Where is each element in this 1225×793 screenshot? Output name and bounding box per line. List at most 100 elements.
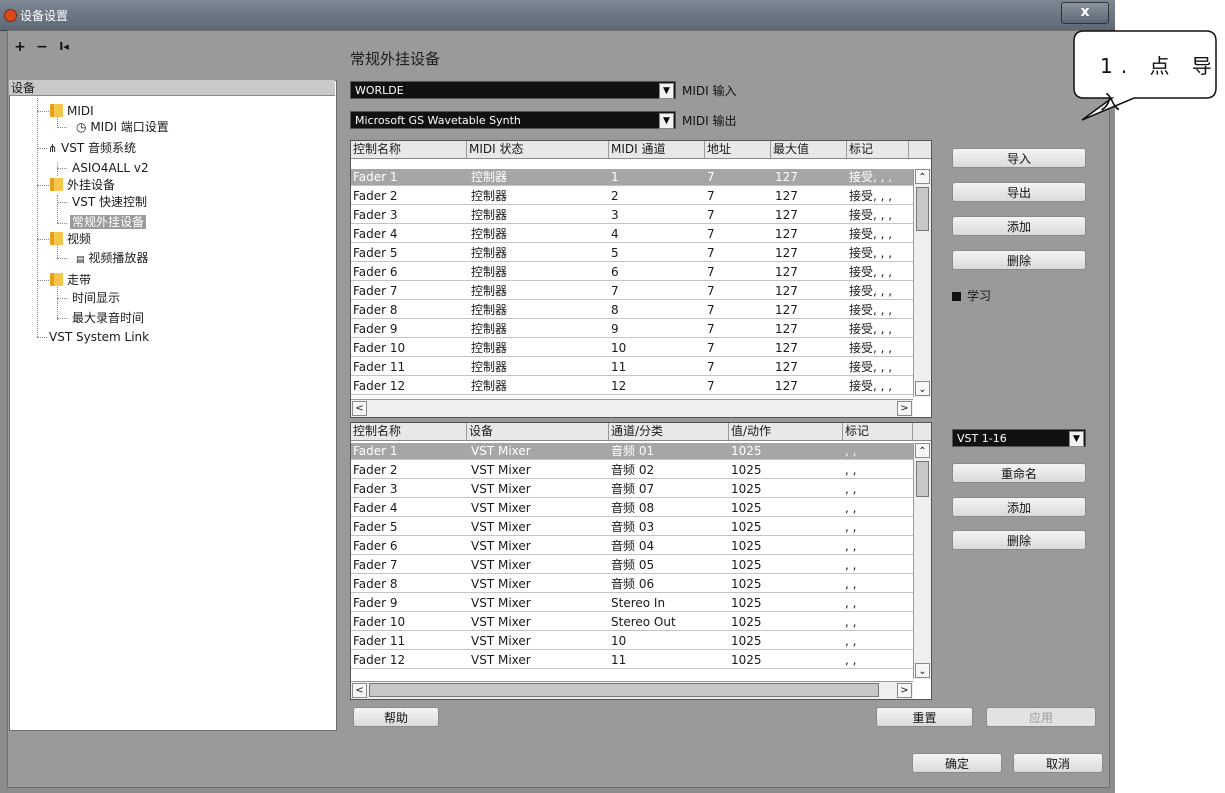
horizontal-scrollbar[interactable]: < > [351,681,913,699]
scroll-up-icon[interactable]: ⌃ [915,169,930,184]
tree-item-time-display[interactable]: 时间显示 [72,291,120,305]
scroll-left-icon[interactable]: < [352,683,367,698]
column-header[interactable]: 控制名称 [351,423,467,440]
tree-item-max-record-time[interactable]: 最大录音时间 [72,311,144,325]
table-row[interactable]: Fader 1 VST Mixer 音频 01 1025 , , [351,443,913,460]
table-cell: 音频 03 [611,520,655,534]
table-cell: , , [845,501,857,515]
add-device-button[interactable]: + [12,38,28,56]
tree-item-video[interactable]: 视频 [50,232,91,246]
table-row[interactable]: Fader 7 VST Mixer 音频 05 1025 , , [351,557,913,574]
table-row[interactable]: Fader 2 控制器 2 7 127 接受, , , [351,188,913,205]
table-row[interactable]: Fader 3 控制器 3 7 127 接受, , , [351,207,913,224]
table-cell: Fader 4 [353,227,398,241]
vertical-scrollbar[interactable]: ⌃ ⌄ [913,169,931,397]
column-header[interactable]: MIDI 状态 [467,141,609,158]
ok-button[interactable]: 确定 [912,753,1002,773]
scroll-thumb[interactable] [369,683,879,697]
column-header[interactable]: 标记 [847,141,909,158]
delete-control-button[interactable]: 删除 [952,250,1086,270]
table-cell: 音频 06 [611,577,655,591]
tree-item-asio4all[interactable]: ASIO4ALL v2 [72,161,149,175]
table-row[interactable]: Fader 6 VST Mixer 音频 04 1025 , , [351,538,913,555]
table-row[interactable]: Fader 4 控制器 4 7 127 接受, , , [351,226,913,243]
column-header[interactable]: 设备 [467,423,609,440]
tree-item-generic-remote[interactable]: 常规外挂设备 [70,215,147,229]
audio-connection-icon: ⋔ [48,142,58,155]
scroll-thumb[interactable] [916,461,929,497]
tree-item-video-player[interactable]: ▤ 视频播放器 [76,251,148,267]
table-row[interactable]: Fader 7 控制器 7 7 127 接受, , , [351,283,913,300]
cancel-button[interactable]: 取消 [1013,753,1103,773]
table-row[interactable]: Fader 4 VST Mixer 音频 08 1025 , , [351,500,913,517]
tree-item-remote-devices[interactable]: 外挂设备 [50,178,115,192]
column-header[interactable]: 值/动作 [729,423,843,440]
table-row[interactable]: Fader 8 VST Mixer 音频 06 1025 , , [351,576,913,593]
rename-button[interactable]: 重命名 [952,463,1086,483]
table-row[interactable]: Fader 3 VST Mixer 音频 07 1025 , , [351,481,913,498]
scroll-left-icon[interactable]: < [352,401,367,416]
tree-item-midi[interactable]: MIDI [50,104,94,118]
table-cell: 4 [611,227,619,241]
table-row[interactable]: Fader 11 VST Mixer 10 1025 , , [351,633,913,650]
table-row[interactable]: Fader 12 控制器 12 7 127 接受, , , [351,378,913,395]
add-control-button[interactable]: 添加 [952,216,1086,236]
table-cell: 控制器 [471,379,508,393]
column-header[interactable]: 最大值 [771,141,847,158]
import-button[interactable]: 导入 [952,148,1086,168]
tree-item-midi-port-settings[interactable]: ◷ MIDI 端口设置 [76,120,169,134]
table-row[interactable]: Fader 9 控制器 9 7 127 接受, , , [351,321,913,338]
column-header[interactable]: 标记 [843,423,913,440]
tree-item-transport[interactable]: 走带 [50,273,91,287]
table-row[interactable]: Fader 10 VST Mixer Stereo Out 1025 , , [351,614,913,631]
table-row[interactable]: Fader 5 VST Mixer 音频 03 1025 , , [351,519,913,536]
column-header[interactable]: 地址 [705,141,771,158]
table-row[interactable]: Fader 10 控制器 10 7 127 接受, , , [351,340,913,357]
scroll-right-icon[interactable]: > [897,401,912,416]
table-cell: Fader 3 [353,208,398,222]
add-bank-button[interactable]: 添加 [952,497,1086,517]
midi-output-select[interactable]: Microsoft GS Wavetable Synth ▼ [350,111,676,129]
table-cell: 接受, , , [849,341,893,355]
reset-device-button[interactable]: I◂ [55,38,73,56]
help-button[interactable]: 帮助 [353,707,439,727]
scroll-down-icon[interactable]: ⌄ [915,663,930,678]
bank-select[interactable]: VST 1-16 ▼ [952,429,1086,447]
table-row[interactable]: Fader 5 控制器 5 7 127 接受, , , [351,245,913,262]
table-cell: 接受, , , [849,265,893,279]
table-cell: Fader 5 [353,520,398,534]
table-row[interactable]: Fader 8 控制器 8 7 127 接受, , , [351,302,913,319]
table-cell: 127 [775,360,798,374]
table-cell: VST Mixer [471,539,531,553]
close-button[interactable]: x [1061,2,1109,24]
tree-item-vst-quick-controls[interactable]: VST 快速控制 [72,195,147,209]
export-button[interactable]: 导出 [952,182,1086,202]
table-row[interactable]: Fader 11 控制器 11 7 127 接受, , , [351,359,913,376]
video-icon: ▤ [76,255,85,265]
scroll-right-icon[interactable]: > [897,683,912,698]
table-row[interactable]: Fader 6 控制器 6 7 127 接受, , , [351,264,913,281]
column-header[interactable]: MIDI 通道 [609,141,705,158]
delete-bank-button[interactable]: 删除 [952,530,1086,550]
table-cell: 10 [611,341,627,355]
table-cell: Fader 9 [353,322,398,336]
table-row[interactable]: Fader 1 控制器 1 7 127 接受, , , [351,169,913,186]
column-header[interactable]: 控制名称 [351,141,467,158]
table-row[interactable]: Fader 9 VST Mixer Stereo In 1025 , , [351,595,913,612]
learn-toggle[interactable]: 学习 [952,287,991,304]
reset-button[interactable]: 重置 [876,707,973,727]
midi-input-select[interactable]: WORLDE ▼ [350,81,676,99]
column-header[interactable]: 通道/分类 [609,423,729,440]
scroll-down-icon[interactable]: ⌄ [915,381,930,396]
apply-button[interactable]: 应用 [986,707,1096,727]
remove-device-button[interactable]: − [34,38,50,56]
table-cell: 12 [611,379,627,393]
table-row[interactable]: Fader 2 VST Mixer 音频 02 1025 , , [351,462,913,479]
scroll-thumb[interactable] [916,187,929,231]
table-row[interactable]: Fader 12 VST Mixer 11 1025 , , [351,652,913,669]
tree-item-vst-system-link[interactable]: VST System Link [49,330,149,344]
horizontal-scrollbar[interactable]: < > [351,399,913,417]
tree-item-vst-audio-system[interactable]: ⋔ VST 音频系统 [48,141,136,156]
vertical-scrollbar[interactable]: ⌃ ⌄ [913,443,931,679]
scroll-up-icon[interactable]: ⌃ [915,443,930,458]
